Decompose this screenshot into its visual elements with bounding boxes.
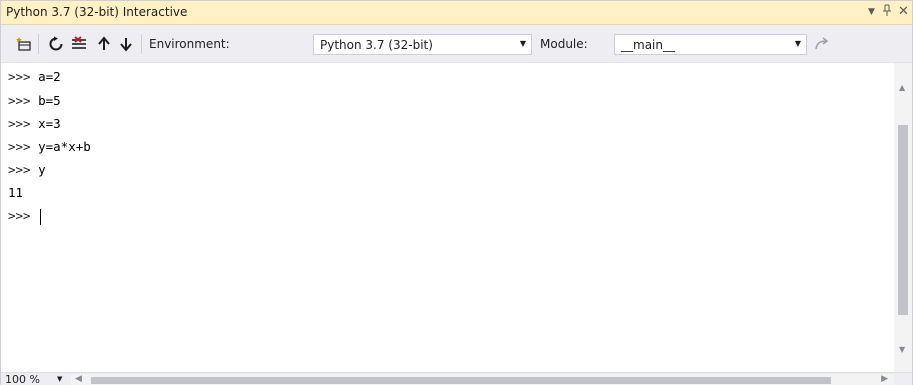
repl-input-line[interactable]: >>> bbox=[8, 204, 42, 228]
zoom-level[interactable]: 100 % bbox=[5, 373, 40, 385]
module-label: Module: bbox=[540, 37, 588, 51]
environment-value: Python 3.7 (32-bit) bbox=[320, 38, 433, 52]
chevron-down-icon: ▼ bbox=[519, 39, 526, 48]
horizontal-scrollbar[interactable]: ◀ ▶ bbox=[71, 374, 894, 385]
window-title: Python 3.7 (32-bit) Interactive bbox=[6, 5, 188, 19]
repl-output-line: 11 bbox=[8, 181, 23, 205]
pin-icon[interactable] bbox=[882, 3, 892, 21]
chevron-down-icon: ▼ bbox=[794, 39, 801, 48]
toolbar-separator bbox=[141, 34, 142, 54]
environment-label: Environment: bbox=[149, 37, 230, 51]
history-up-icon bbox=[98, 36, 110, 50]
redo-button[interactable] bbox=[813, 35, 831, 53]
repl-line: >>> x=3 bbox=[8, 112, 61, 136]
repl-prompt: >>> bbox=[8, 116, 31, 131]
new-scope-button[interactable] bbox=[15, 35, 33, 53]
repl-line: >>> b=5 bbox=[8, 89, 61, 113]
vertical-scroll-thumb[interactable] bbox=[898, 125, 908, 315]
clear-button[interactable] bbox=[71, 35, 89, 53]
history-up-button[interactable] bbox=[95, 35, 113, 53]
repl-prompt: >>> bbox=[8, 93, 31, 108]
reset-icon bbox=[49, 36, 63, 51]
redo-icon bbox=[815, 37, 829, 50]
repl-code: y bbox=[38, 162, 46, 177]
repl-prompt: >>> bbox=[8, 208, 31, 223]
repl-line: >>> y bbox=[8, 158, 46, 182]
vertical-scrollbar[interactable]: ▲ ▼ bbox=[894, 63, 912, 372]
chevron-down-icon[interactable]: ▼ bbox=[57, 375, 62, 383]
environment-select[interactable]: Python 3.7 (32-bit) ▼ bbox=[313, 34, 532, 55]
toolbar-separator bbox=[38, 34, 39, 54]
history-down-icon bbox=[120, 38, 132, 52]
module-select[interactable]: __main__ ▼ bbox=[614, 34, 807, 55]
repl-code: y=a*x+b bbox=[38, 139, 91, 154]
repl-editor[interactable]: >>> a=2 >>> b=5 >>> x=3 >>> y=a*x+b >>> … bbox=[1, 63, 894, 372]
status-bar: 100 % ▼ ◀ ▶ bbox=[1, 372, 912, 385]
module-value: __main__ bbox=[621, 38, 675, 52]
scroll-down-icon[interactable]: ▼ bbox=[899, 345, 905, 354]
repl-code: x=3 bbox=[38, 116, 61, 131]
close-icon[interactable]: ✕ bbox=[898, 3, 909, 21]
history-down-button[interactable] bbox=[117, 35, 135, 53]
new-scope-icon bbox=[16, 37, 31, 51]
reset-button[interactable] bbox=[47, 35, 65, 53]
interactive-window: Python 3.7 (32-bit) Interactive ▼ ✕ Envi… bbox=[0, 0, 913, 385]
scroll-up-icon[interactable]: ▲ bbox=[899, 83, 905, 92]
repl-prompt: >>> bbox=[8, 162, 31, 177]
repl-output: 11 bbox=[8, 185, 24, 200]
repl-code: a=2 bbox=[38, 69, 61, 84]
clear-icon bbox=[72, 36, 86, 49]
window-menu-icon[interactable]: ▼ bbox=[868, 3, 875, 21]
scroll-left-icon[interactable]: ◀ bbox=[75, 374, 82, 384]
repl-line: >>> y=a*x+b bbox=[8, 135, 91, 159]
horizontal-scroll-thumb[interactable] bbox=[91, 377, 831, 384]
repl-prompt: >>> bbox=[8, 139, 31, 154]
text-caret bbox=[40, 208, 42, 225]
toolbar: Environment: Python 3.7 (32-bit) ▼ Modul… bbox=[1, 25, 912, 63]
scroll-right-icon[interactable]: ▶ bbox=[881, 374, 888, 384]
repl-prompt: >>> bbox=[8, 69, 31, 84]
title-bar: Python 3.7 (32-bit) Interactive ▼ ✕ bbox=[1, 1, 912, 25]
repl-line: >>> a=2 bbox=[8, 65, 61, 89]
repl-code: b=5 bbox=[38, 93, 61, 108]
